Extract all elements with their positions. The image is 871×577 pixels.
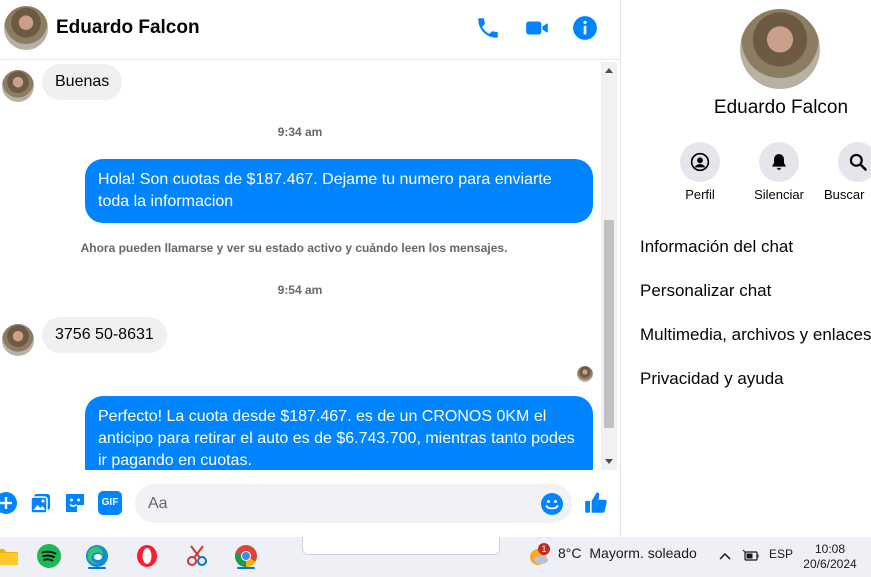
battery-icon[interactable] [742,549,760,563]
incoming-message[interactable]: 3756 50-8631 [42,317,167,353]
incoming-message[interactable]: Buenas [42,64,123,100]
message-scrollbar[interactable] [601,62,617,470]
chat-details-sidebar: Eduardo Falcon Perfil Silenciar Buscar I… [620,0,871,537]
opera-icon [137,545,157,567]
menu-customize-chat[interactable]: Personalizar chat [640,281,771,301]
mute-label: Silenciar [754,187,804,202]
contact-avatar-small [2,70,34,102]
weather-temperature: 8°C [558,545,582,561]
outgoing-message[interactable]: Hola! Son cuotas de $187.467. Dejame tu … [85,159,593,223]
weather-badge: 1 [538,543,550,555]
message-timestamp: 9:54 am [277,283,323,297]
menu-chat-info[interactable]: Información del chat [640,237,793,257]
edge-active-indicator [88,567,106,569]
thumbs-up-icon[interactable] [583,490,609,516]
scroll-down-arrow[interactable] [605,459,613,464]
message-input-placeholder: Aa [148,495,168,512]
weather-description: Mayorm. soleado [589,545,697,561]
weather-icon[interactable]: 1 [527,543,550,567]
menu-media-files-links[interactable]: Multimedia, archivos y enlaces [640,325,871,345]
input-language[interactable]: ESP [769,547,793,561]
message-input[interactable]: Aa [135,484,572,523]
profile-label: Perfil [685,187,715,202]
contact-avatar[interactable] [4,6,48,50]
contact-avatar-small [2,324,34,356]
info-icon[interactable] [572,15,598,41]
scroll-thumb[interactable] [604,220,614,428]
spotify-icon [37,544,61,568]
message-list[interactable]: Buenas 9:34 am Hola! Son cuotas de $187.… [0,62,600,470]
sidebar-contact-name: Eduardo Falcon [713,97,849,118]
gif-button[interactable]: GIF [98,491,122,515]
profile-icon [690,152,710,172]
profile-button[interactable] [680,142,720,182]
read-receipt-avatar [577,366,593,382]
bell-icon [772,154,786,170]
emoji-icon[interactable] [540,492,564,516]
contact-avatar-large[interactable] [740,9,820,89]
video-call-icon[interactable] [524,15,550,41]
clock-date: 20/6/2024 [803,557,857,571]
chat-notice: Ahora pueden llamarse y ver su estado ac… [80,241,508,255]
plus-icon[interactable] [0,491,18,515]
chat-panel: Eduardo Falcon Buenas 9:34 am Hola! Son … [0,0,620,537]
search-icon [849,153,867,171]
chat-header: Eduardo Falcon [0,0,620,60]
chevron-up-icon[interactable] [719,551,731,561]
file-explorer-app[interactable] [0,541,22,571]
folder-icon [0,549,18,565]
scissors-icon [187,545,207,566]
contact-name[interactable]: Eduardo Falcon [56,17,200,39]
search-button[interactable] [838,142,871,182]
sticker-icon[interactable] [63,491,87,515]
search-label: Buscar [824,187,865,202]
snipping-tool-app[interactable] [182,541,212,571]
photo-icon[interactable] [29,491,53,515]
message-composer: GIF Aa [0,470,620,537]
outgoing-message[interactable]: Perfecto! La cuota desde $187.467. es de… [85,396,593,470]
taskbar-clock[interactable]: 10:08 20/6/2024 [796,542,864,572]
phone-icon[interactable] [475,15,501,41]
chrome-app[interactable] [231,541,261,571]
chrome-active-indicator [237,567,255,569]
menu-privacy-help[interactable]: Privacidad y ayuda [640,369,784,389]
taskbar-search-box[interactable] [302,537,500,555]
mute-button[interactable] [759,142,799,182]
clock-time: 10:08 [814,542,846,556]
edge-app[interactable] [82,541,112,571]
spotify-app[interactable] [34,541,64,571]
opera-app[interactable] [132,541,162,571]
message-timestamp: 9:34 am [277,125,323,139]
scroll-up-arrow[interactable] [605,68,613,73]
windows-taskbar: 1 8°C Mayorm. soleado ESP 10:08 20/6/202… [0,537,871,577]
weather-widget[interactable]: 8°C Mayorm. soleado [558,545,697,561]
